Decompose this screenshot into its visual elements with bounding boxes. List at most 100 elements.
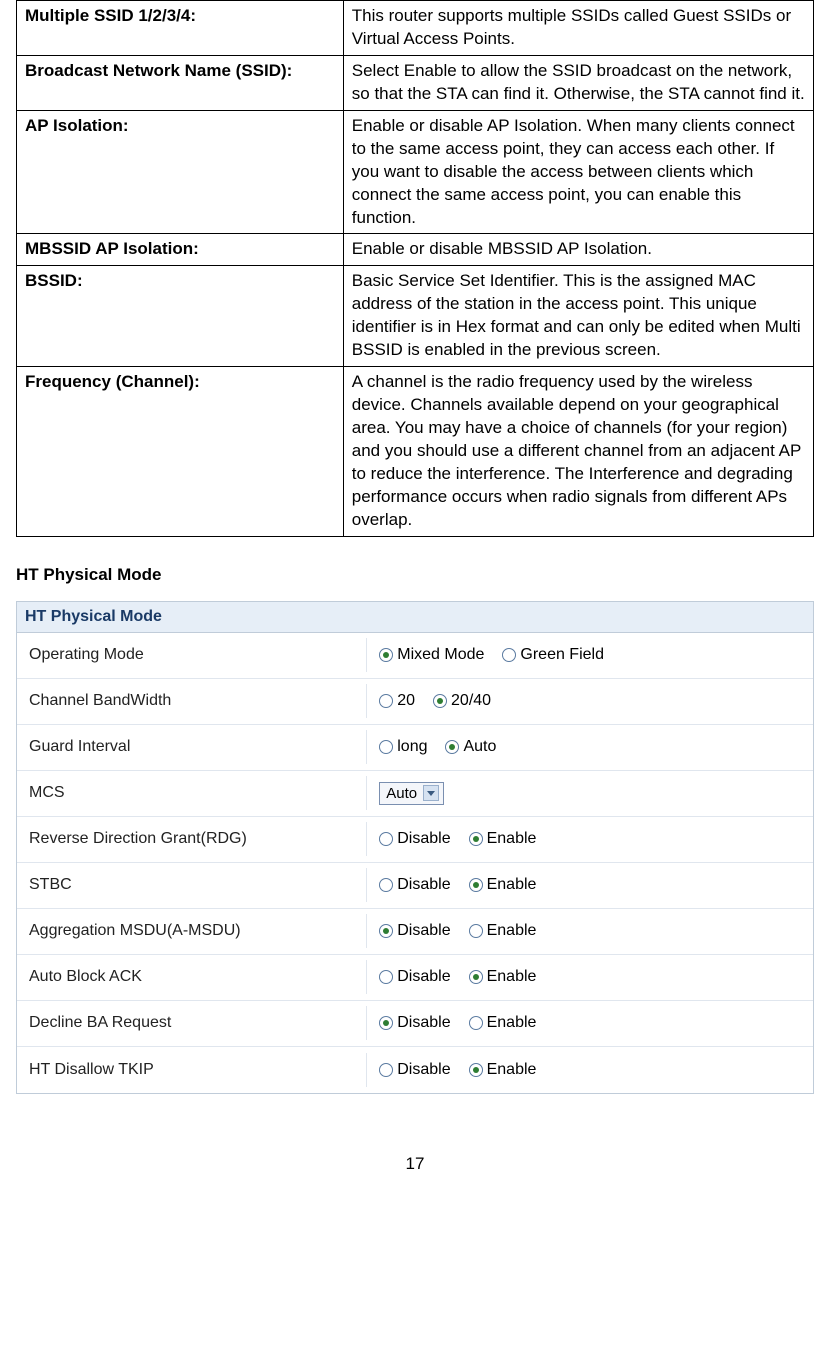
radio-option[interactable]: long <box>379 738 427 756</box>
radio-icon <box>379 648 393 662</box>
panel-row-control: Disable Enable <box>367 1053 813 1087</box>
panel-row-label: Channel BandWidth <box>17 684 367 718</box>
table-row: MBSSID AP Isolation:Enable or disable MB… <box>17 234 814 266</box>
radio-option[interactable]: 20 <box>379 692 415 710</box>
panel-row: STBC Disable Enable <box>17 863 813 909</box>
radio-icon <box>445 740 459 754</box>
panel-row-control: Disable Enable <box>367 1006 813 1040</box>
radio-option[interactable]: Disable <box>379 968 450 986</box>
radio-option[interactable]: Disable <box>379 1061 450 1079</box>
select-value: Auto <box>386 785 417 802</box>
panel-row-label: STBC <box>17 868 367 902</box>
parameter-label: Multiple SSID 1/2/3/4: <box>17 1 344 56</box>
radio-option[interactable]: Disable <box>379 1014 450 1032</box>
table-row: Frequency (Channel):A channel is the rad… <box>17 367 814 537</box>
panel-row-label: Aggregation MSDU(A-MSDU) <box>17 914 367 948</box>
radio-label: Enable <box>487 1014 537 1032</box>
radio-label: Disable <box>397 922 450 940</box>
radio-label: Enable <box>487 968 537 986</box>
radio-option[interactable]: Disable <box>379 876 450 894</box>
parameter-label: Broadcast Network Name (SSID): <box>17 55 344 110</box>
radio-option[interactable]: Enable <box>469 968 537 986</box>
radio-icon <box>379 1063 393 1077</box>
parameter-description: A channel is the radio frequency used by… <box>343 367 813 537</box>
panel-row: Decline BA Request Disable Enable <box>17 1001 813 1047</box>
panel-row-label: Operating Mode <box>17 638 367 672</box>
parameter-label: MBSSID AP Isolation: <box>17 234 344 266</box>
panel-row: Aggregation MSDU(A-MSDU) Disable Enable <box>17 909 813 955</box>
radio-option[interactable]: Enable <box>469 1061 537 1079</box>
panel-row-label: Guard Interval <box>17 730 367 764</box>
parameter-label: AP Isolation: <box>17 110 344 234</box>
radio-option[interactable]: Disable <box>379 830 450 848</box>
table-row: AP Isolation:Enable or disable AP Isolat… <box>17 110 814 234</box>
radio-option[interactable]: Enable <box>469 830 537 848</box>
radio-icon <box>469 1063 483 1077</box>
panel-title: HT Physical Mode <box>17 602 813 633</box>
radio-icon <box>379 878 393 892</box>
radio-icon <box>379 832 393 846</box>
mcs-select[interactable]: Auto <box>379 782 444 805</box>
radio-icon <box>379 970 393 984</box>
radio-label: Enable <box>487 876 537 894</box>
panel-row: Guard Interval long Auto <box>17 725 813 771</box>
panel-row-label: MCS <box>17 776 367 810</box>
panel-row-label: Decline BA Request <box>17 1006 367 1040</box>
table-row: BSSID:Basic Service Set Identifier. This… <box>17 266 814 367</box>
radio-option[interactable]: Enable <box>469 1014 537 1032</box>
panel-row: Auto Block ACK Disable Enable <box>17 955 813 1001</box>
parameter-description: Select Enable to allow the SSID broadcas… <box>343 55 813 110</box>
parameter-description: Basic Service Set Identifier. This is th… <box>343 266 813 367</box>
description-table: Multiple SSID 1/2/3/4:This router suppor… <box>16 0 814 537</box>
radio-option[interactable]: Green Field <box>502 646 604 664</box>
chevron-down-icon <box>423 785 439 801</box>
description-table-body: Multiple SSID 1/2/3/4:This router suppor… <box>17 1 814 537</box>
parameter-description: This router supports multiple SSIDs call… <box>343 1 813 56</box>
panel-row-control: Disable Enable <box>367 868 813 902</box>
radio-label: 20/40 <box>451 692 491 710</box>
radio-label: Disable <box>397 1061 450 1079</box>
panel-row-control: long Auto <box>367 730 813 764</box>
panel-row: Reverse Direction Grant(RDG) Disable Enabl… <box>17 817 813 863</box>
parameter-label: BSSID: <box>17 266 344 367</box>
radio-icon <box>469 970 483 984</box>
radio-option[interactable]: Enable <box>469 922 537 940</box>
panel-row-label: Auto Block ACK <box>17 960 367 994</box>
radio-icon <box>502 648 516 662</box>
radio-icon <box>379 924 393 938</box>
panel-row-control: Mixed Mode Green Field <box>367 638 813 672</box>
radio-icon <box>433 694 447 708</box>
parameter-description: Enable or disable AP Isolation. When man… <box>343 110 813 234</box>
radio-option[interactable]: 20/40 <box>433 692 491 710</box>
radio-option[interactable]: Enable <box>469 876 537 894</box>
panel-row-control: Disable Enable <box>367 914 813 948</box>
radio-label: Enable <box>487 922 537 940</box>
table-row: Multiple SSID 1/2/3/4:This router suppor… <box>17 1 814 56</box>
radio-icon <box>469 878 483 892</box>
page-number: 17 <box>16 1154 814 1174</box>
radio-label: Disable <box>397 1014 450 1032</box>
table-row: Broadcast Network Name (SSID):Select Ena… <box>17 55 814 110</box>
section-heading: HT Physical Mode <box>16 565 814 585</box>
panel-body: Operating Mode Mixed Mode Green Field Chann… <box>17 633 813 1093</box>
panel-row: HT Disallow TKIP Disable Enable <box>17 1047 813 1093</box>
radio-icon <box>469 1016 483 1030</box>
panel-row-label: Reverse Direction Grant(RDG) <box>17 822 367 856</box>
parameter-label: Frequency (Channel): <box>17 367 344 537</box>
radio-option[interactable]: Mixed Mode <box>379 646 484 664</box>
radio-label: Mixed Mode <box>397 646 484 664</box>
panel-row: Operating Mode Mixed Mode Green Field <box>17 633 813 679</box>
radio-option[interactable]: Disable <box>379 922 450 940</box>
radio-icon <box>469 832 483 846</box>
radio-icon <box>379 1016 393 1030</box>
panel-row-label: HT Disallow TKIP <box>17 1053 367 1087</box>
radio-label: long <box>397 738 427 756</box>
panel-row-control: Disable Enable <box>367 960 813 994</box>
radio-label: Disable <box>397 830 450 848</box>
radio-option[interactable]: Auto <box>445 738 496 756</box>
radio-label: Green Field <box>520 646 604 664</box>
panel-row: MCS Auto <box>17 771 813 817</box>
panel-row: Channel BandWidth 20 20/40 <box>17 679 813 725</box>
radio-icon <box>379 740 393 754</box>
radio-label: Disable <box>397 876 450 894</box>
